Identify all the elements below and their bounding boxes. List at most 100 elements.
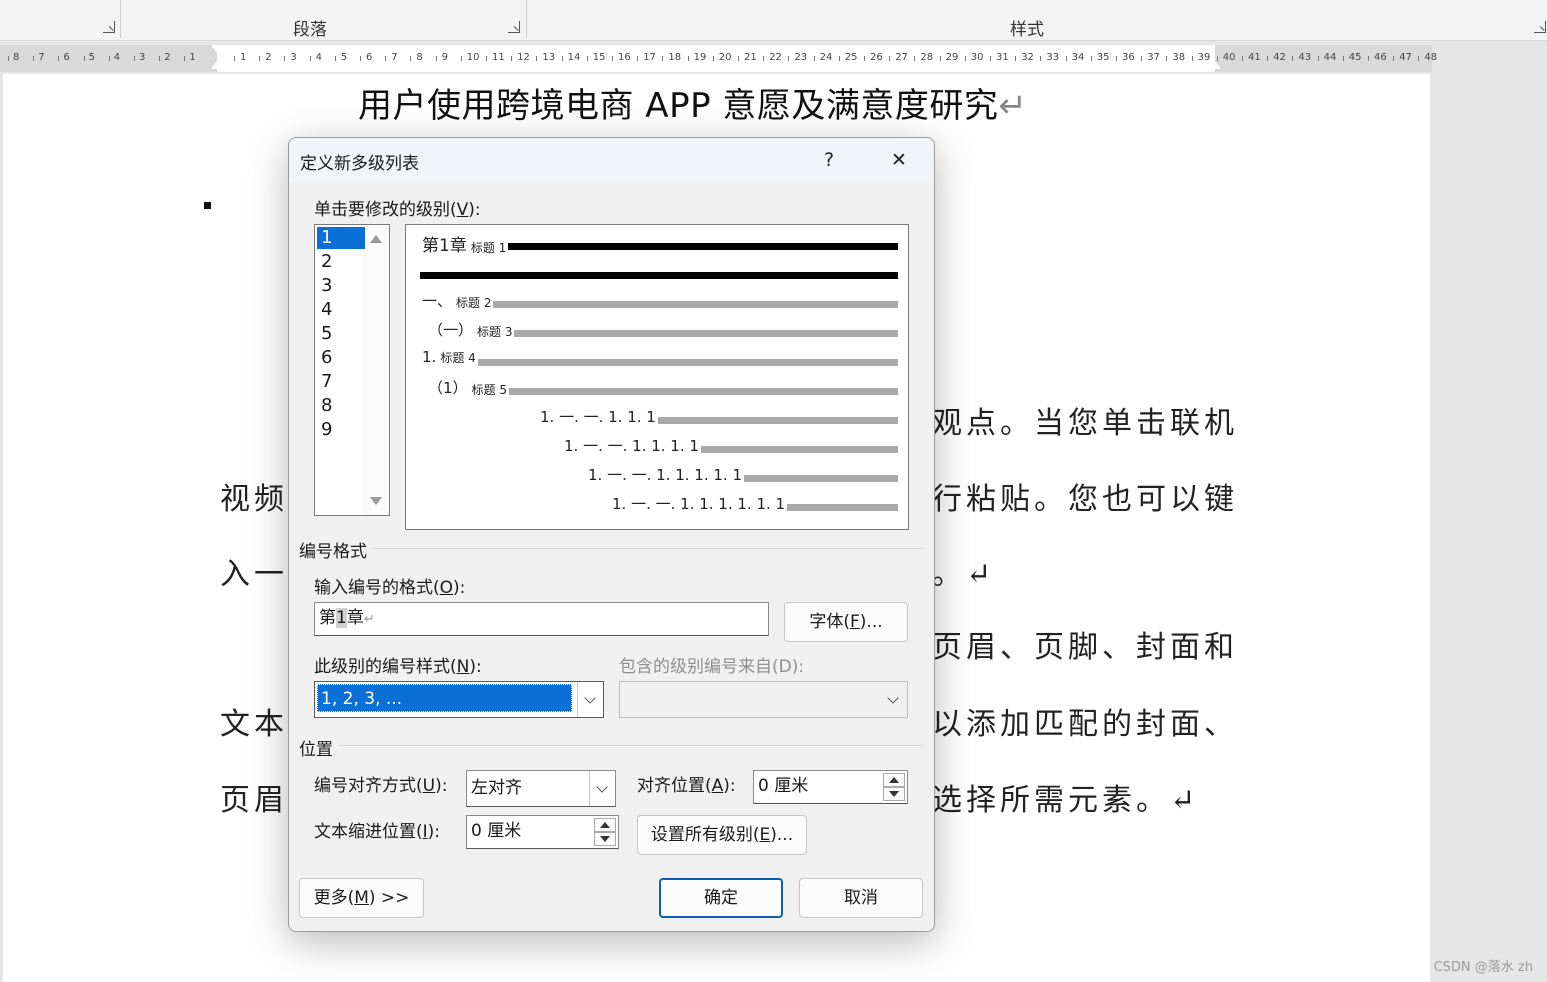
document-line-5-left[interactable]: 文本 xyxy=(220,699,288,743)
document-line-4-right[interactable]: 页眉、页脚、封面和 xyxy=(932,622,1238,666)
text-indent-label-text: 文本缩进位置( xyxy=(314,822,423,842)
document-line-5-right[interactable]: 以添加匹配的封面、 xyxy=(932,699,1238,743)
preview-number: 1. 一. 一. 1. 1. 1. 1. 1. 1 xyxy=(612,495,786,513)
alignment-label-text: 编号对齐方式( xyxy=(314,776,423,796)
document-line-3-right[interactable]: 。↵ xyxy=(932,549,995,593)
preview-line xyxy=(420,272,898,279)
ruler-tick xyxy=(838,56,840,61)
ruler-tick xyxy=(435,56,437,61)
alignment-select[interactable]: 左对齐 xyxy=(466,770,616,807)
ruler-tick xyxy=(914,56,916,61)
ruler-tick xyxy=(637,56,639,61)
ruler-tick xyxy=(1418,56,1420,61)
ruler-number: 29 xyxy=(945,52,959,63)
level-listbox-scrollbar[interactable] xyxy=(363,225,389,515)
number-style-select[interactable]: 1, 2, 3, ... xyxy=(314,681,604,718)
aligned-at-label-key: A xyxy=(711,776,724,796)
chevron-down-icon xyxy=(881,682,907,717)
ruler-tick xyxy=(486,56,487,61)
help-button[interactable]: ? xyxy=(813,146,845,174)
more-button[interactable]: 更多(M) >> xyxy=(299,878,424,918)
set-all-levels-end: )... xyxy=(770,825,794,845)
level-item-8[interactable]: 8 xyxy=(317,395,365,417)
ruler-number: 24 xyxy=(819,52,833,63)
ruler-number: 4 xyxy=(113,52,121,63)
dialog-title-bar[interactable]: 定义新多级列表 ? ✕ xyxy=(289,138,934,182)
document-title[interactable]: 用户使用跨境电商 APP 意愿及满意度研究↵ xyxy=(358,78,1027,127)
aligned-at-label-text: 对齐位置( xyxy=(637,776,712,796)
ruler-number: 36 xyxy=(1122,52,1135,63)
close-icon[interactable]: ✕ xyxy=(883,146,915,174)
ruler-number: 34 xyxy=(1071,52,1085,63)
document-line-3-left[interactable]: 入一 xyxy=(220,549,288,593)
document-line-6-right[interactable]: 选择所需元素。↵ xyxy=(932,775,1199,819)
number-style-label-key: N xyxy=(456,657,470,677)
preview-level-7: 1. 一. 一. 1. 1. 1. 1 xyxy=(564,435,699,456)
first-line-indent-marker[interactable] xyxy=(211,45,223,53)
level-label-text: 单击要修改的级别( xyxy=(314,200,457,220)
chevron-down-icon[interactable] xyxy=(577,682,603,717)
alignment-label-end: ): xyxy=(435,776,448,796)
font-button-text: 字体( xyxy=(809,612,850,632)
horizontal-ruler[interactable]: 8 7 6 5 4 3 2 1 1 2 3 4 5 6 7 8 9 10 11 12 13 14 15 16 17 18 19 20 2… xyxy=(0,45,1437,72)
format-number-field[interactable]: 1 xyxy=(336,608,347,628)
hanging-indent-marker[interactable] xyxy=(211,61,223,69)
aligned-at-spinner[interactable] xyxy=(883,773,905,801)
document-line-6-left[interactable]: 页眉 xyxy=(220,775,288,819)
preview-line xyxy=(701,446,898,453)
number-format-input[interactable]: 第1章↵ xyxy=(314,602,769,636)
document-line-2-right[interactable]: 行粘贴。您也可以键 xyxy=(932,474,1238,518)
watermark: CSDN @落水 zh xyxy=(1433,960,1533,975)
cancel-button[interactable]: 取消 xyxy=(799,878,923,918)
ruler-number: 17 xyxy=(643,52,656,63)
ribbon-group-strip: 段落 样式 xyxy=(0,0,1547,41)
ruler-tick xyxy=(334,56,336,61)
ruler-number: 3 xyxy=(139,52,146,63)
ruler-number: 1 xyxy=(189,52,196,63)
chevron-down-icon[interactable] xyxy=(589,771,615,806)
preview-line xyxy=(478,359,898,366)
level-item-5[interactable]: 5 xyxy=(317,323,365,345)
ok-button[interactable]: 确定 xyxy=(659,878,783,918)
preview-number: 1. 一. 一. 1. 1. 1 xyxy=(540,408,656,426)
ruler-number: 20 xyxy=(718,52,732,63)
ruler-number: 13 xyxy=(542,52,556,63)
right-indent-marker[interactable] xyxy=(1209,61,1221,69)
spin-down-button[interactable] xyxy=(594,832,616,846)
preview-heading-text: 标题 1 xyxy=(470,241,507,255)
dialog-launcher-icon[interactable] xyxy=(103,21,115,33)
spin-up-button[interactable] xyxy=(594,818,616,832)
scroll-up-icon[interactable] xyxy=(370,235,382,243)
ruler-tick xyxy=(738,56,739,61)
ruler-tick xyxy=(1040,56,1042,61)
paragraph-launcher-icon[interactable] xyxy=(508,21,520,33)
scroll-down-icon[interactable] xyxy=(370,497,382,505)
level-item-7[interactable]: 7 xyxy=(317,371,365,393)
preview-level-4: 1. 标题 4 xyxy=(422,348,476,366)
ruler-tick xyxy=(763,56,765,61)
level-item-3[interactable]: 3 xyxy=(317,275,365,297)
preview-number: 1. 一. 一. 1. 1. 1. 1. 1 xyxy=(588,466,743,484)
styles-launcher-icon[interactable] xyxy=(1534,21,1546,33)
ruler-number: 21 xyxy=(744,52,757,63)
aligned-at-input[interactable]: 0 厘米 xyxy=(753,770,908,804)
ruler-number: 5 xyxy=(340,52,348,63)
ruler-number: 8 xyxy=(416,52,423,63)
text-indent-input[interactable]: 0 厘米 xyxy=(466,815,619,849)
spin-down-button[interactable] xyxy=(883,787,905,801)
document-line-1-right[interactable]: 观点。当您单击联机 xyxy=(932,398,1238,442)
level-listbox[interactable]: 123456789 xyxy=(314,224,390,516)
level-item-1[interactable]: 1 xyxy=(317,227,365,249)
text-indent-spinner[interactable] xyxy=(594,818,616,846)
set-all-levels-button[interactable]: 设置所有级别(E)... xyxy=(637,815,807,855)
level-item-6[interactable]: 6 xyxy=(317,347,365,369)
level-item-2[interactable]: 2 xyxy=(317,251,365,273)
level-item-4[interactable]: 4 xyxy=(317,299,365,321)
ruler-tick xyxy=(234,56,235,61)
document-line-2-left[interactable]: 视频 xyxy=(220,474,288,518)
ruler-number: 32 xyxy=(1021,52,1034,63)
level-item-9[interactable]: 9 xyxy=(317,419,365,441)
text-indent-label-end: ): xyxy=(427,822,441,842)
spin-up-button[interactable] xyxy=(883,773,905,787)
font-button[interactable]: 字体(F)... xyxy=(784,602,908,642)
